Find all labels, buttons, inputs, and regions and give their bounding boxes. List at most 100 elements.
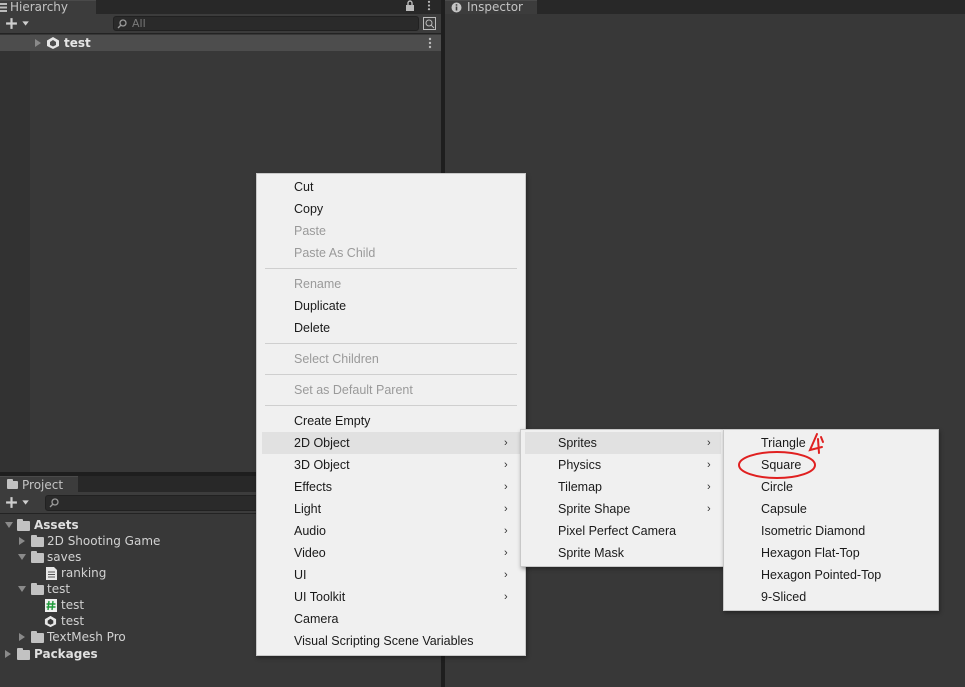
chevron-right-icon: › [707,481,711,493]
menu-item-set-default-parent: Set as Default Parent [257,379,525,401]
sprite-item-capsule[interactable]: Capsule [724,498,938,520]
menu-label: Delete [294,321,331,335]
saves-expand-icon[interactable] [18,554,26,560]
menu-item-ui[interactable]: UI › [257,564,525,586]
menu-item-camera[interactable]: Camera [257,608,525,630]
menu-item-cut[interactable]: Cut [257,176,525,198]
assets-folder-icon [17,519,30,531]
scene-row[interactable]: test [0,35,441,51]
menu-item-video[interactable]: Video › [257,542,525,564]
submenu-item-sprite-shape[interactable]: Sprite Shape › [521,498,725,520]
tree-item-saves[interactable]: saves [47,549,81,565]
menu-label: UI Toolkit [294,590,346,604]
chevron-right-icon: › [504,459,508,471]
submenu-item-sprite-mask[interactable]: Sprite Mask [521,542,725,564]
project-search-input[interactable] [45,495,265,511]
hierarchy-search-input[interactable]: All [113,16,419,31]
menu-item-rename: Rename [257,273,525,295]
menu-label: Hexagon Flat-Top [761,546,860,560]
menu-label: Hexagon Pointed-Top [761,568,882,582]
submenu-item-sprites[interactable]: Sprites › [525,432,721,454]
menu-label: Light [294,502,322,516]
menu-item-create-empty[interactable]: Create Empty [257,410,525,432]
menu-label: Cut [294,180,314,194]
assets-expand-icon[interactable] [5,522,13,528]
menu-separator [265,268,517,269]
tab-project-label: Project [22,478,64,492]
menu-label: Visual Scripting Scene Variables [294,634,474,648]
hierarchy-gutter [0,34,30,472]
csharp-script-icon [45,599,57,612]
test-folder-icon [31,583,44,595]
submenu-item-tilemap[interactable]: Tilemap › [521,476,725,498]
chevron-right-icon: › [504,481,508,493]
menu-separator [265,343,517,344]
test-folder-expand-icon[interactable] [18,586,26,592]
menu-item-paste: Paste [257,220,525,242]
packages-expand-icon[interactable] [5,650,11,658]
menu-label: Sprite Mask [558,546,624,560]
menu-item-audio[interactable]: Audio › [257,520,525,542]
tree-item-packages[interactable]: Packages [34,646,98,662]
menu-item-duplicate[interactable]: Duplicate [257,295,525,317]
submenu-2d-object: Sprites › Physics › Tilemap › Sprite Shape ›… [520,429,726,567]
scene-name: test [64,36,91,50]
tree-item-textmesh-pro[interactable]: TextMesh Pro [47,629,126,645]
menu-label: Paste As Child [294,246,376,260]
shooting-expand-icon[interactable] [19,537,25,545]
textmesh-folder-icon [31,631,44,643]
tree-item-test-script[interactable]: test [61,597,84,613]
menu-label: Paste [294,224,326,238]
info-icon [451,2,462,13]
submenu-item-pixel-perfect-camera[interactable]: Pixel Perfect Camera [521,520,725,542]
scene-visibility-icon[interactable] [423,17,436,30]
menu-label: Sprites [558,436,597,450]
scene-menu-icon[interactable] [428,37,432,49]
tab-inspector[interactable]: Inspector [445,0,537,14]
menu-label: Physics [558,458,602,472]
menu-label: Select Children [294,352,379,366]
menu-item-effects[interactable]: Effects › [257,476,525,498]
menu-item-light[interactable]: Light › [257,498,525,520]
sprite-item-isometric-diamond[interactable]: Isometric Diamond [724,520,938,542]
chevron-right-icon: › [504,591,508,603]
lock-icon[interactable] [405,0,415,11]
tab-hierarchy[interactable]: Hierarchy [0,0,96,14]
submenu-item-physics[interactable]: Physics › [521,454,725,476]
tree-item-test-scene[interactable]: test [61,613,84,629]
menu-label: Copy [294,202,324,216]
menu-item-2d-object[interactable]: 2D Object › [262,432,520,454]
project-add-icon[interactable] [5,496,31,509]
scene-asset-icon [44,615,57,628]
menu-item-visual-scripting-scene-variables[interactable]: Visual Scripting Scene Variables [257,630,525,652]
search-icon [117,19,127,29]
menu-item-ui-toolkit[interactable]: UI Toolkit › [257,586,525,608]
add-icon[interactable] [5,17,31,30]
menu-label: Capsule [761,502,807,516]
tree-item-test-folder[interactable]: test [47,581,70,597]
project-search-icon [49,498,59,508]
menu-item-copy[interactable]: Copy [257,198,525,220]
menu-item-delete[interactable]: Delete [257,317,525,339]
textmesh-expand-icon[interactable] [19,633,25,641]
sprite-item-hexagon-flat-top[interactable]: Hexagon Flat-Top [724,542,938,564]
menu-separator [265,405,517,406]
menu-label: Rename [294,277,342,291]
tab-project[interactable]: Project [0,476,78,492]
packages-folder-icon [17,648,30,660]
sprite-item-9-sliced[interactable]: 9-Sliced [724,586,938,608]
list-icon [0,3,7,12]
menu-label: Set as Default Parent [294,383,413,397]
menu-label: 2D Object [294,436,350,450]
tree-item-ranking[interactable]: ranking [61,565,106,581]
menu-label: 3D Object [294,458,350,472]
tree-item-assets[interactable]: Assets [34,517,79,533]
sprite-item-hexagon-pointed-top[interactable]: Hexagon Pointed-Top [724,564,938,586]
expand-triangle-icon[interactable] [35,39,41,47]
tree-item-2d-shooting-game[interactable]: 2D Shooting Game [47,533,160,549]
menu-label: Sprite Shape [558,502,631,516]
menu-label: Pixel Perfect Camera [558,524,677,538]
menu-item-3d-object[interactable]: 3D Object › [257,454,525,476]
kebab-menu-icon[interactable] [427,0,431,11]
context-menu: Cut Copy Paste Paste As Child Rename Dup… [256,173,526,656]
